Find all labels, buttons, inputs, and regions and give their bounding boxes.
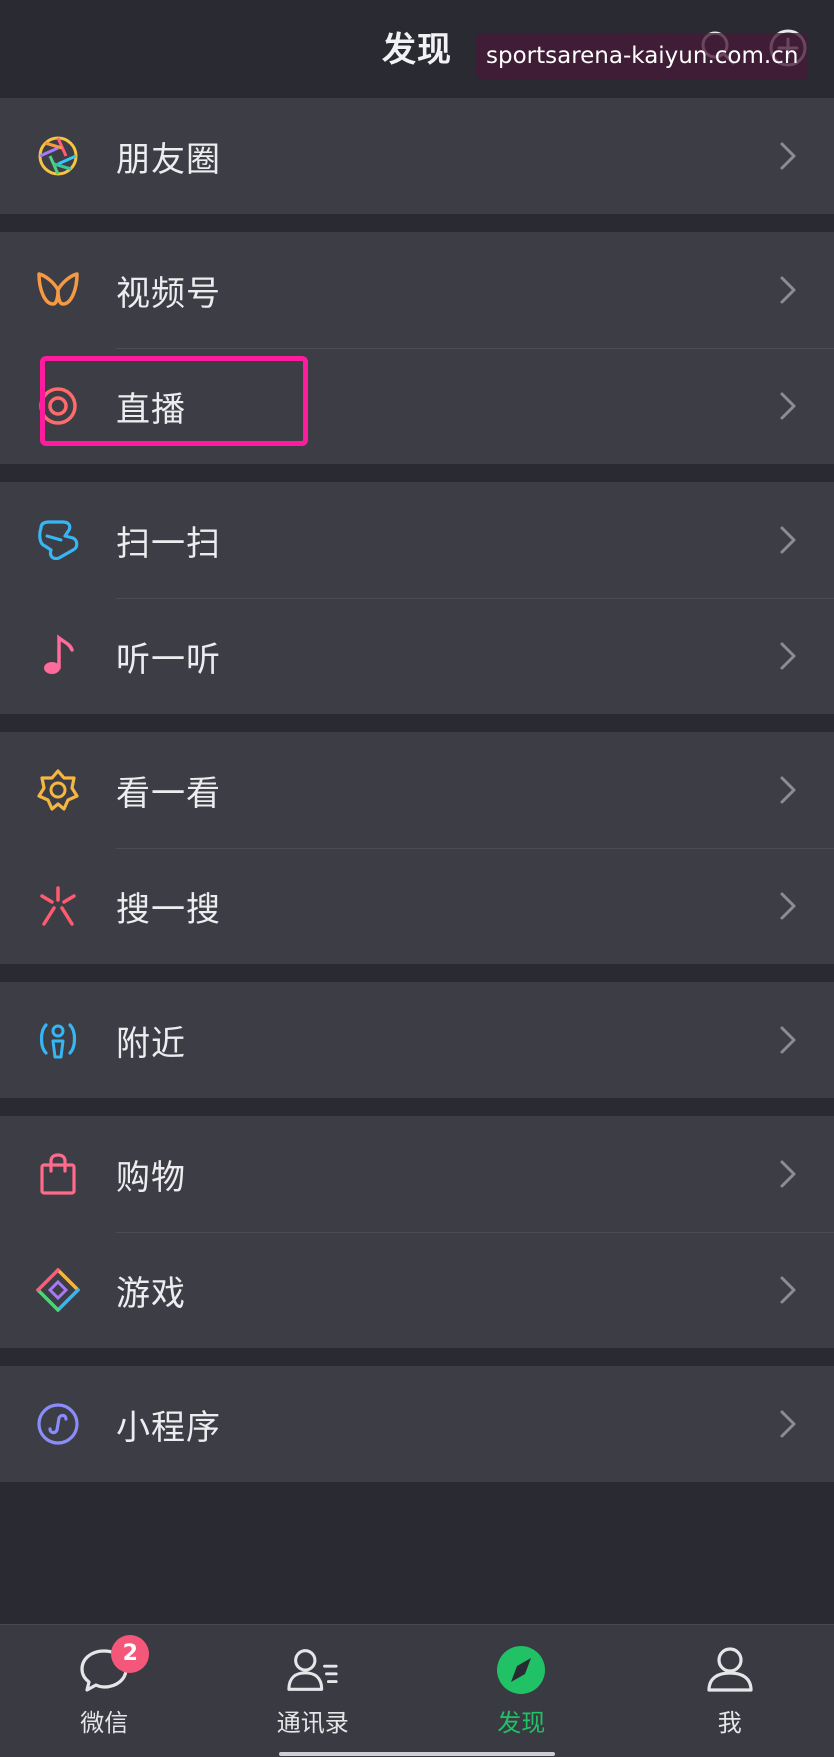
menu-item-label: 朋友圈 bbox=[116, 132, 776, 181]
music-note-icon bbox=[34, 632, 82, 680]
menu-item-live[interactable]: 直播 bbox=[0, 348, 834, 464]
chevron-right-icon bbox=[776, 638, 800, 674]
menu-item-label: 视频号 bbox=[116, 266, 776, 315]
menu-group: 小程序 bbox=[0, 1366, 834, 1482]
menu-item-label: 听一听 bbox=[116, 632, 776, 681]
shopping-bag-icon bbox=[34, 1150, 82, 1198]
compass-icon bbox=[494, 1643, 548, 1697]
menu-group: 购物 游戏 bbox=[0, 1116, 834, 1348]
nearby-icon bbox=[34, 1016, 82, 1064]
menu-item-listen[interactable]: 听一听 bbox=[0, 598, 834, 714]
menu-item-label: 搜一搜 bbox=[116, 882, 776, 931]
menu-group: 扫一扫 听一听 bbox=[0, 482, 834, 714]
home-indicator[interactable] bbox=[279, 1752, 555, 1756]
unread-badge: 2 bbox=[111, 1635, 149, 1673]
tab-label: 微信 bbox=[80, 1703, 128, 1738]
tab-label: 发现 bbox=[497, 1703, 545, 1738]
chevron-right-icon bbox=[776, 1156, 800, 1192]
menu-item-label: 扫一扫 bbox=[116, 516, 776, 565]
bottom-tab-bar: 2 微信 通讯录 发现 bbox=[0, 1624, 834, 1757]
menu-item-label: 游戏 bbox=[116, 1266, 776, 1315]
chevron-right-icon bbox=[776, 272, 800, 308]
chevron-right-icon bbox=[776, 522, 800, 558]
menu-item-games[interactable]: 游戏 bbox=[0, 1232, 834, 1348]
chat-bubble-icon: 2 bbox=[77, 1643, 131, 1697]
watermark-text: sportsarena-kaiyun.com.cn bbox=[476, 33, 808, 79]
menu-item-moments[interactable]: 朋友圈 bbox=[0, 98, 834, 214]
search-sparkle-icon bbox=[34, 882, 82, 930]
profile-icon bbox=[703, 1643, 757, 1697]
tab-label: 我 bbox=[718, 1703, 742, 1738]
menu-item-label: 购物 bbox=[116, 1150, 776, 1199]
contacts-icon bbox=[286, 1643, 340, 1697]
chevron-right-icon bbox=[776, 388, 800, 424]
chevron-right-icon bbox=[776, 888, 800, 924]
tab-contacts[interactable]: 通讯录 bbox=[209, 1625, 418, 1757]
channels-icon bbox=[34, 266, 82, 314]
moments-aperture-icon bbox=[34, 132, 82, 180]
menu-item-scan[interactable]: 扫一扫 bbox=[0, 482, 834, 598]
tab-chats[interactable]: 2 微信 bbox=[0, 1625, 209, 1757]
menu-item-channels[interactable]: 视频号 bbox=[0, 232, 834, 348]
chevron-right-icon bbox=[776, 1272, 800, 1308]
menu-item-shopping[interactable]: 购物 bbox=[0, 1116, 834, 1232]
menu-group: 附近 bbox=[0, 982, 834, 1098]
live-icon bbox=[34, 382, 82, 430]
menu-group: 视频号 直播 bbox=[0, 232, 834, 464]
tab-me[interactable]: 我 bbox=[626, 1625, 834, 1757]
menu-item-label: 附近 bbox=[116, 1016, 776, 1065]
chevron-right-icon bbox=[776, 138, 800, 174]
menu-group: 朋友圈 bbox=[0, 98, 834, 214]
mini-program-icon bbox=[34, 1400, 82, 1448]
top-stories-icon bbox=[34, 766, 82, 814]
chevron-right-icon bbox=[776, 1406, 800, 1442]
menu-item-mini-programs[interactable]: 小程序 bbox=[0, 1366, 834, 1482]
menu-item-top-stories[interactable]: 看一看 bbox=[0, 732, 834, 848]
menu-item-search[interactable]: 搜一搜 bbox=[0, 848, 834, 964]
top-nav-bar: 发现 sportsarena-kaiyun.com.cn bbox=[0, 0, 834, 98]
chevron-right-icon bbox=[776, 772, 800, 808]
scan-icon bbox=[34, 516, 82, 564]
menu-item-nearby[interactable]: 附近 bbox=[0, 982, 834, 1098]
menu-item-label: 直播 bbox=[116, 382, 776, 431]
menu-item-label: 看一看 bbox=[116, 766, 776, 815]
discover-menu: 朋友圈 视频号 直播 bbox=[0, 98, 834, 1500]
menu-item-label: 小程序 bbox=[116, 1400, 776, 1449]
chevron-right-icon bbox=[776, 1022, 800, 1058]
tab-discover[interactable]: 发现 bbox=[417, 1625, 626, 1757]
menu-group: 看一看 搜一搜 bbox=[0, 732, 834, 964]
game-icon bbox=[34, 1266, 82, 1314]
tab-label: 通讯录 bbox=[277, 1703, 349, 1738]
